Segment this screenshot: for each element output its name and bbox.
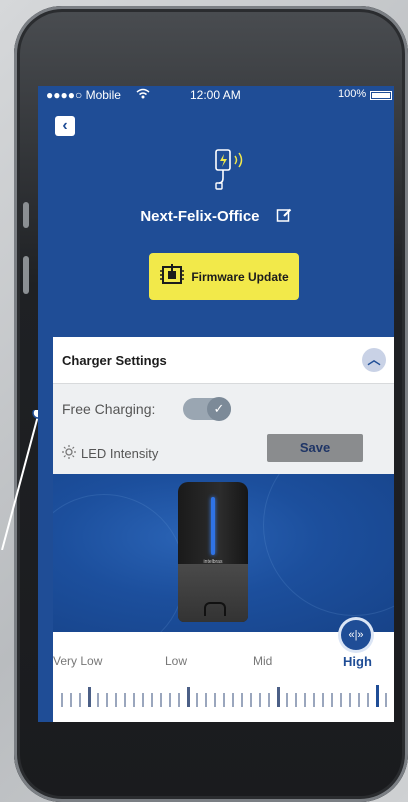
charger-brand: intelbras <box>203 559 223 565</box>
panel-header[interactable]: Charger Settings ︿ <box>53 337 394 384</box>
led-intensity-row: LED Intensity <box>62 445 158 462</box>
led-intensity-slider[interactable]: «|» Very Low Low Mid High <box>53 620 394 722</box>
slider-tick <box>295 693 297 707</box>
slider-tick <box>187 687 190 707</box>
slider-tick <box>160 693 162 707</box>
device-name: Next-Felix-Office <box>140 208 260 225</box>
slider-tick <box>286 693 288 707</box>
bg-decoration <box>263 474 394 616</box>
battery-percent: 100% <box>338 88 367 100</box>
slider-ticks <box>61 685 391 709</box>
slider-tick <box>358 693 360 707</box>
charger-photo: intelbras <box>53 474 394 632</box>
bg-decoration <box>53 494 185 632</box>
slider-tick <box>70 693 72 707</box>
slider-tick <box>349 693 351 707</box>
ev-charger-icon <box>214 148 250 197</box>
battery-icon <box>370 91 392 100</box>
save-button[interactable]: Save <box>267 434 363 462</box>
slider-tick <box>214 693 216 707</box>
app-screen: ●●●●○ Mobile 12:00 AM 100% ‹ Next-Felix-… <box>38 86 394 722</box>
slider-tick <box>223 693 225 707</box>
slider-thumb-icon[interactable]: «|» <box>341 620 371 650</box>
slider-tick <box>331 693 333 707</box>
level-very-low[interactable]: Very Low <box>53 654 102 668</box>
slider-tick <box>304 693 306 707</box>
slider-tick <box>376 685 379 707</box>
firmware-icon <box>159 263 185 290</box>
slider-tick <box>259 693 261 707</box>
slider-tick <box>196 693 198 707</box>
led-strip <box>211 497 215 555</box>
free-charging-label: Free Charging: <box>62 401 156 417</box>
slider-tick <box>322 693 324 707</box>
slider-tick <box>205 693 207 707</box>
firmware-update-button[interactable]: Firmware Update <box>149 253 299 300</box>
slider-tick <box>268 693 270 707</box>
callout-pointer <box>1 410 40 550</box>
slider-tick <box>61 693 63 707</box>
firmware-update-label: Firmware Update <box>191 269 289 284</box>
slider-tick <box>232 693 234 707</box>
slider-tick <box>133 693 135 707</box>
slider-tick <box>241 693 243 707</box>
plug-socket <box>204 602 226 616</box>
back-button[interactable]: ‹ <box>55 116 75 136</box>
slider-tick <box>88 687 91 707</box>
status-bar: ●●●●○ Mobile 12:00 AM 100% <box>38 86 394 104</box>
level-high[interactable]: High <box>343 654 372 669</box>
slider-tick <box>106 693 108 707</box>
edit-icon[interactable] <box>276 207 292 227</box>
led-intensity-label: LED Intensity <box>81 446 159 461</box>
carrier-signal: ●●●●○ Mobile <box>46 88 121 102</box>
slider-tick <box>115 693 117 707</box>
slider-tick <box>340 693 342 707</box>
level-mid[interactable]: Mid <box>253 654 272 668</box>
back-icon: ‹ <box>62 117 68 134</box>
slider-tick <box>79 693 81 707</box>
charger-settings-panel: Charger Settings ︿ Free Charging: ✓ LED … <box>53 337 394 722</box>
slider-tick <box>169 693 171 707</box>
slider-tick <box>385 693 387 707</box>
volume-button <box>23 256 29 294</box>
slider-tick <box>313 693 315 707</box>
mute-switch <box>23 202 29 228</box>
slider-tick <box>97 693 99 707</box>
clock: 12:00 AM <box>190 88 241 102</box>
panel-title: Charger Settings <box>62 353 167 368</box>
level-low[interactable]: Low <box>165 654 187 668</box>
brightness-icon <box>62 445 76 462</box>
slider-tick <box>178 693 180 707</box>
device-name-row: Next-Felix-Office <box>38 207 394 227</box>
slider-tick <box>151 693 153 707</box>
slider-tick <box>124 693 126 707</box>
check-icon: ✓ <box>207 397 231 421</box>
free-charging-toggle[interactable]: ✓ <box>183 397 231 421</box>
slider-tick <box>367 693 369 707</box>
wifi-icon <box>136 88 150 102</box>
chevron-up-icon[interactable]: ︿ <box>362 348 386 372</box>
wallbox-image: intelbras <box>178 482 248 622</box>
slider-tick <box>250 693 252 707</box>
slider-tick <box>142 693 144 707</box>
slider-tick <box>277 687 280 707</box>
